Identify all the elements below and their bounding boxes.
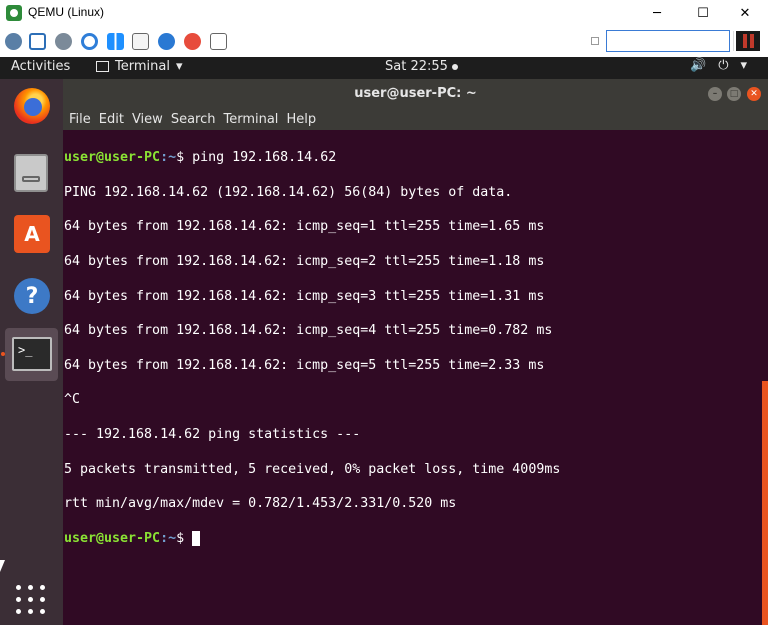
clock-label: Sat 22:55 bbox=[385, 59, 448, 74]
prompt-symbol: $ bbox=[176, 530, 193, 546]
chevron-down-icon[interactable]: ▾ bbox=[740, 58, 747, 73]
settings-icon[interactable] bbox=[5, 33, 22, 50]
terminal-app-icon bbox=[96, 61, 109, 72]
menu-search[interactable]: Search bbox=[171, 112, 216, 127]
terminal-box-icon[interactable] bbox=[132, 33, 149, 50]
option-checkbox[interactable] bbox=[591, 37, 599, 45]
qemu-window-title: QEMU (Linux) bbox=[28, 5, 105, 19]
prompt-user: user@user-PC bbox=[64, 150, 161, 166]
power-icon[interactable]: ⏻ bbox=[718, 58, 728, 73]
mouse-cursor-icon bbox=[0, 560, 5, 572]
output-line: 64 bytes from 192.168.14.62: icmp_seq=5 … bbox=[64, 357, 545, 373]
vm-pause-button[interactable] bbox=[736, 31, 760, 51]
output-line: 64 bytes from 192.168.14.62: icmp_seq=4 … bbox=[64, 323, 553, 339]
prompt-symbol: $ bbox=[176, 150, 193, 166]
prompt-path: :~ bbox=[160, 530, 177, 546]
show-applications-icon[interactable] bbox=[16, 585, 46, 615]
dock-item-help[interactable]: ? bbox=[5, 272, 58, 325]
menu-terminal[interactable]: Terminal bbox=[223, 112, 278, 127]
refresh-icon[interactable] bbox=[81, 33, 98, 50]
output-line: 64 bytes from 192.168.14.62: icmp_seq=1 … bbox=[64, 219, 545, 235]
volume-icon[interactable]: 🔊 bbox=[690, 58, 706, 73]
command-text: ping 192.168.14.62 bbox=[192, 150, 337, 166]
qemu-title-bar: QEMU (Linux) ─ ☐ ✕ bbox=[0, 0, 768, 27]
terminal-title-bar: user@user-PC: ~ – □ ✕ bbox=[63, 79, 768, 109]
toolbar-divider bbox=[733, 31, 734, 51]
terminal-output[interactable]: user@user-PC:~$ ping 192.168.14.62 PING … bbox=[63, 130, 768, 625]
chevron-down-icon: ▾ bbox=[175, 59, 183, 74]
stop-icon[interactable] bbox=[184, 33, 201, 50]
search-input[interactable] bbox=[606, 30, 730, 52]
terminal-close-button[interactable]: ✕ bbox=[747, 87, 761, 101]
menu-view[interactable]: View bbox=[132, 112, 163, 127]
output-line: 64 bytes from 192.168.14.62: icmp_seq=2 … bbox=[64, 254, 545, 270]
app-menu-label: Terminal bbox=[115, 59, 170, 74]
windows-icon[interactable] bbox=[107, 33, 124, 50]
close-button[interactable]: ✕ bbox=[722, 0, 768, 27]
system-tray[interactable]: 🔊 ⏻ ▾ bbox=[690, 58, 747, 73]
info-icon[interactable] bbox=[158, 33, 175, 50]
qemu-logo-icon bbox=[6, 5, 22, 21]
current-prompt-line: user@user-PC:~$ bbox=[64, 530, 768, 547]
clock[interactable]: Sat 22:55 bbox=[385, 59, 458, 74]
output-line: 64 bytes from 192.168.14.62: icmp_seq=3 … bbox=[64, 288, 545, 304]
dock-item-firefox[interactable] bbox=[5, 82, 58, 135]
dock-item-terminal[interactable]: >_ bbox=[5, 328, 58, 381]
qemu-toolbar bbox=[0, 27, 768, 58]
notification-dot-icon bbox=[451, 63, 458, 70]
output-line: PING 192.168.14.62 (192.168.14.62) 56(84… bbox=[64, 184, 513, 200]
ubuntu-top-bar: Activities Terminal ▾ Sat 22:55 🔊 ⏻ ▾ bbox=[0, 57, 768, 79]
output-line: 5 packets transmitted, 5 received, 0% pa… bbox=[64, 461, 561, 477]
terminal-maximize-button[interactable]: □ bbox=[727, 87, 741, 101]
minimize-button[interactable]: ─ bbox=[634, 0, 680, 27]
software-icon: A bbox=[14, 215, 50, 253]
dock-item-files[interactable] bbox=[5, 147, 58, 200]
terminal-minimize-button[interactable]: – bbox=[708, 87, 722, 101]
app-menu-button[interactable]: Terminal ▾ bbox=[96, 59, 182, 74]
activities-button[interactable]: Activities bbox=[11, 59, 70, 74]
fullscreen-icon[interactable] bbox=[29, 33, 46, 50]
terminal-window-title: user@user-PC: ~ bbox=[354, 86, 477, 101]
gear-icon[interactable] bbox=[55, 33, 72, 50]
menu-file[interactable]: File bbox=[69, 112, 91, 127]
running-indicator bbox=[1, 352, 5, 356]
output-line: rtt min/avg/max/mdev = 0.782/1.453/2.331… bbox=[64, 496, 457, 512]
clipboard-icon[interactable] bbox=[210, 33, 227, 50]
text-cursor bbox=[192, 530, 201, 546]
terminal-menu-bar: File Edit View Search Terminal Help bbox=[63, 109, 768, 130]
help-icon: ? bbox=[14, 278, 50, 314]
prompt-user: user@user-PC bbox=[64, 530, 161, 546]
output-line: --- 192.168.14.62 ping statistics --- bbox=[64, 427, 361, 443]
dock-item-software[interactable]: A bbox=[5, 209, 58, 262]
firefox-icon bbox=[14, 88, 50, 124]
maximize-button[interactable]: ☐ bbox=[680, 0, 726, 27]
output-line: ^C bbox=[64, 392, 81, 408]
dock: A ? >_ bbox=[0, 79, 63, 625]
menu-edit[interactable]: Edit bbox=[99, 112, 124, 127]
prompt-path: :~ bbox=[160, 150, 177, 166]
files-icon bbox=[14, 154, 48, 192]
terminal-scrollbar[interactable] bbox=[762, 381, 768, 625]
command-line: user@user-PC:~$ ping 192.168.14.62 bbox=[64, 149, 768, 166]
terminal-icon: >_ bbox=[12, 337, 52, 371]
menu-help[interactable]: Help bbox=[286, 112, 316, 127]
